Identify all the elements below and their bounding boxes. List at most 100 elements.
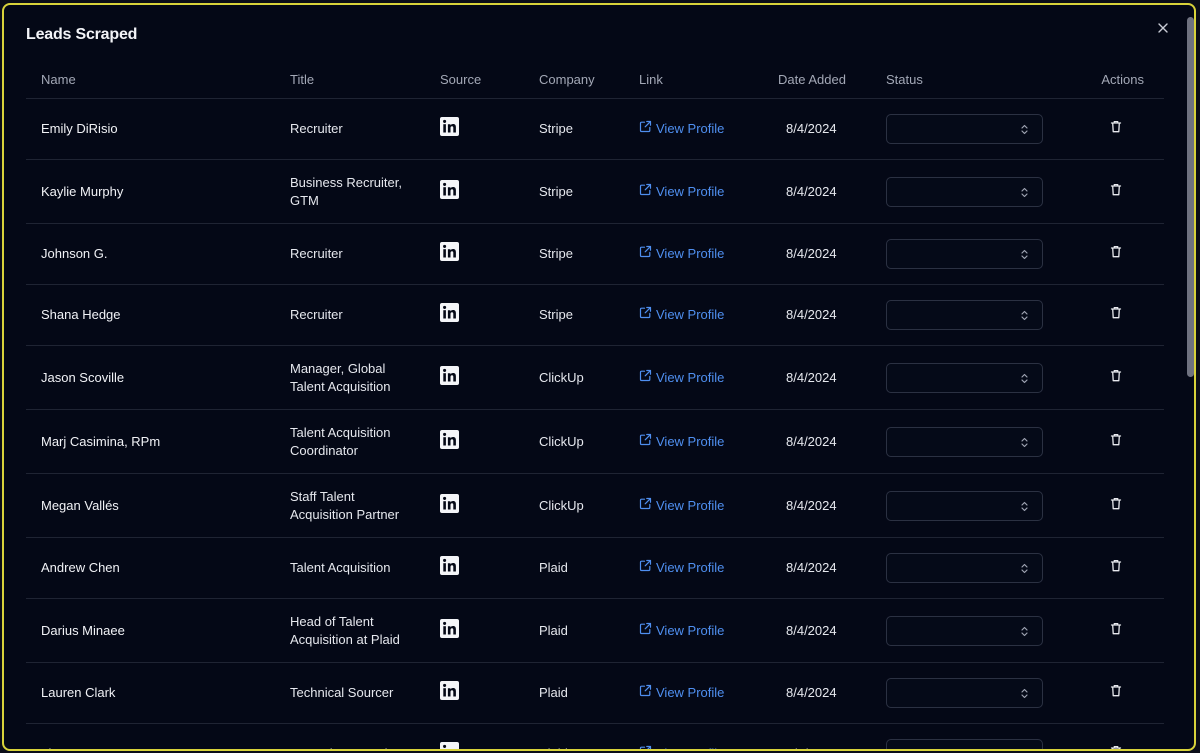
linkedin-icon[interactable] [440,681,459,705]
lead-company: ClickUp [539,433,584,449]
trash-icon[interactable] [1110,306,1122,324]
view-profile-link[interactable]: View Profile [639,306,724,324]
status-select[interactable] [886,300,1043,330]
linkedin-icon[interactable] [440,365,459,390]
table-row: Shana Hedge Recruiter Stripe View Profile 8/… [26,285,1164,346]
view-profile-link[interactable]: View Profile [639,245,724,263]
lead-name: Lauren Clark [41,685,116,701]
lead-source [440,410,480,473]
lead-name: Megan Vallés [41,497,119,513]
table-row: Johnson G. Recruiter Stripe View Profile 8/4… [26,224,1164,285]
view-profile-label: View Profile [656,622,725,638]
status-select[interactable] [886,114,1043,144]
actions-cell [1096,285,1136,345]
linkedin-icon[interactable] [440,179,459,204]
link-cell: View Profile [639,663,769,723]
lead-source [440,160,480,223]
lead-title: Head of Talent Acquisition at Plaid [290,599,420,662]
view-profile-link[interactable]: View Profile [639,745,724,749]
lead-company: Plaid [539,622,568,638]
actions-cell [1096,599,1136,662]
linkedin-icon[interactable] [440,493,459,518]
trash-icon[interactable] [1110,559,1122,577]
trash-icon[interactable] [1110,684,1122,702]
column-header-link: Link [639,71,663,87]
view-profile-link[interactable]: View Profile [639,433,724,451]
view-profile-link[interactable]: View Profile [639,369,724,387]
lead-title-line: Technical Sourcer [290,685,394,701]
close-icon[interactable] [1154,19,1172,37]
trash-icon[interactable] [1110,622,1122,640]
lead-source [440,474,480,537]
status-select[interactable] [886,615,1043,646]
external-link-icon [639,433,656,451]
date-added: 8/4/2024 [786,622,837,638]
status-select[interactable] [886,176,1043,207]
table-row: Emily DiRisio Recruiter Stripe View Profile… [26,99,1164,160]
trash-icon[interactable] [1110,745,1122,749]
linkedin-icon[interactable] [440,117,459,141]
external-link-icon [639,497,656,515]
lead-title-line: Staff Talent [290,489,355,504]
lead-title-line: Recruiter [290,307,343,323]
scrollbar-thumb[interactable] [1187,17,1194,377]
table-row: Andrew Chen Talent Acquisition Plaid View P… [26,538,1164,599]
date-added: 8/4/2024 [786,246,837,262]
leads-dialog: Leads Scraped Name Title Source Company … [2,3,1196,751]
lead-source [440,538,480,598]
lead-name: Jason Scoville [41,369,125,385]
lead-company: ClickUp [539,497,584,513]
linkedin-icon[interactable] [440,429,459,454]
table-header: Name Title Source Company Link Date Adde… [26,61,1164,99]
scrollbar[interactable] [1187,9,1194,749]
lead-source [440,724,480,749]
status-cell [886,724,1046,749]
lead-source [440,663,480,723]
trash-icon[interactable] [1110,245,1122,263]
date-added: 8/4/2024 [786,560,837,576]
lead-title-line: Business Recruiter, [290,175,402,190]
trash-icon[interactable] [1110,369,1122,387]
status-select[interactable] [886,739,1043,749]
trash-icon[interactable] [1110,183,1122,201]
table-row: Megan Vallés Staff Talent Acquisition Part… [26,474,1164,538]
status-select[interactable] [886,362,1043,393]
status-cell [886,474,1046,537]
status-cell [886,160,1046,223]
view-profile-link[interactable]: View Profile [639,183,724,201]
table-row: Lauren Clark Technical Sourcer Plaid View P… [26,663,1164,724]
table-row: Marj Casimina, RPm Talent Acquisition Coor… [26,410,1164,474]
date-added: 8/4/2024 [786,183,837,199]
trash-icon[interactable] [1110,497,1122,515]
status-select[interactable] [886,239,1043,269]
linkedin-icon[interactable] [440,618,459,643]
table-row: Darius Minaee Head of Talent Acquisition a… [26,599,1164,663]
linkedin-icon[interactable] [440,742,459,749]
view-profile-link[interactable]: View Profile [639,622,724,640]
lead-source [440,99,480,159]
view-profile-link[interactable]: View Profile [639,684,724,702]
status-cell [886,346,1046,409]
status-select[interactable] [886,678,1043,708]
linkedin-icon[interactable] [440,242,459,266]
lead-name: Andrew Chen [41,560,120,576]
linkedin-icon[interactable] [440,303,459,327]
view-profile-link[interactable]: View Profile [639,559,724,577]
view-profile-link[interactable]: View Profile [639,120,724,138]
view-profile-link[interactable]: View Profile [639,497,724,515]
external-link-icon [639,120,656,138]
lead-title: Staff Talent Acquisition Partner [290,474,420,537]
linkedin-icon[interactable] [440,556,459,580]
external-link-icon [639,183,656,201]
status-select[interactable] [886,490,1043,521]
actions-cell [1096,99,1136,159]
status-select[interactable] [886,426,1043,457]
column-header-name: Name [41,71,76,87]
lead-title-line: GTM [290,192,319,208]
external-link-icon [639,369,656,387]
trash-icon[interactable] [1110,433,1122,451]
view-profile-label: View Profile [656,433,725,449]
link-cell: View Profile [639,160,769,223]
status-select[interactable] [886,553,1043,583]
trash-icon[interactable] [1110,120,1122,138]
